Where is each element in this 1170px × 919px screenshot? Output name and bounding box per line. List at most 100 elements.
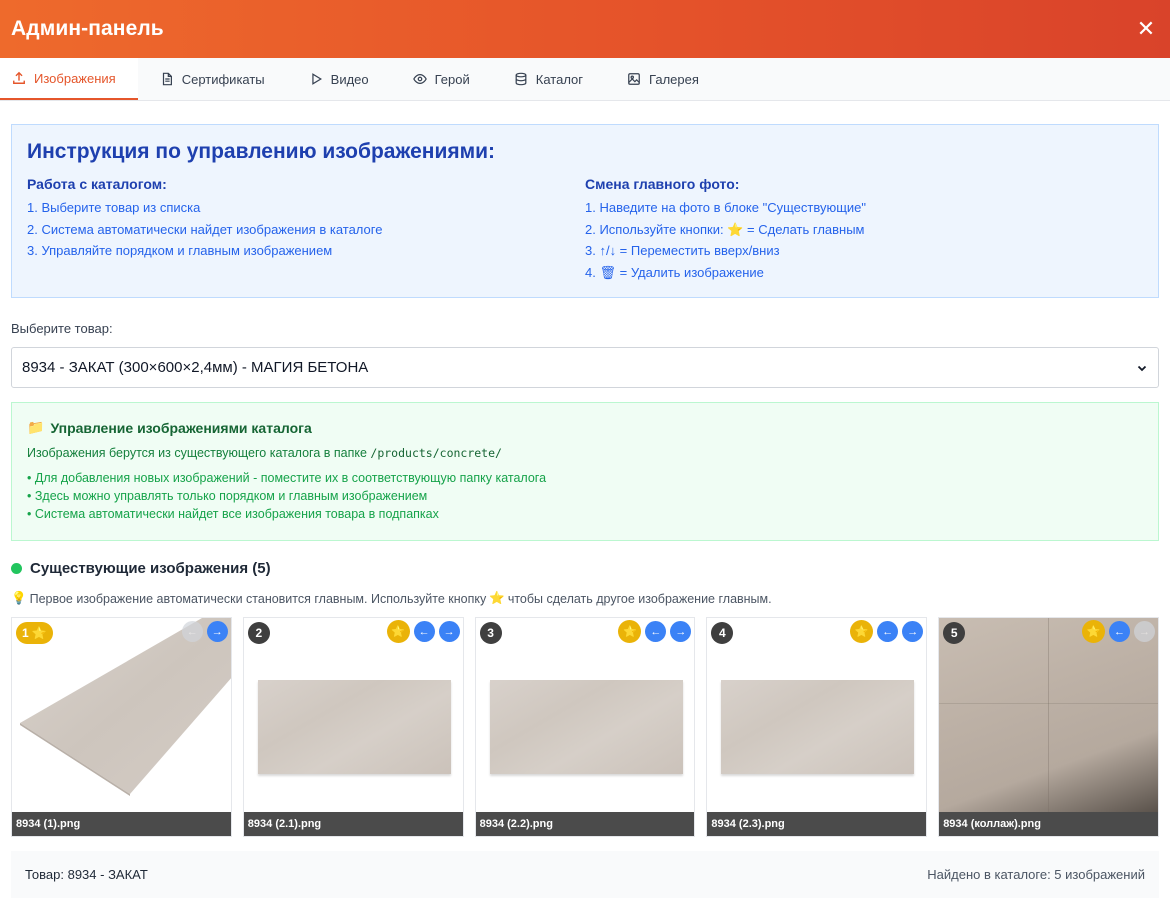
database-icon — [515, 72, 527, 86]
catalog-bullet: • Для добавления новых изображений - пом… — [27, 471, 547, 485]
star-icon: ⭐ — [727, 221, 744, 237]
image-actions: ⭐ ← → — [386, 620, 460, 643]
image-number-badge: 3 — [479, 622, 502, 644]
instruction-item: 2. Используйте кнопки: ⭐ = Сделать главн… — [585, 219, 1143, 241]
selected-product-label: Товар: 8934 - ЗАКАТ — [25, 867, 148, 882]
move-left-button[interactable]: ← — [645, 621, 667, 642]
star-icon: ⭐ — [1086, 626, 1101, 638]
make-main-button[interactable]: ⭐ — [618, 620, 642, 643]
catalog-path: /products/concrete/ — [370, 446, 502, 460]
star-icon: ⭐ — [489, 591, 505, 605]
move-right-button[interactable]: → — [1133, 621, 1155, 642]
eye-icon — [412, 74, 427, 84]
play-icon — [311, 73, 322, 85]
move-right-button[interactable]: → — [438, 621, 460, 642]
instructions-panel: Инструкция по управлению изображениями: … — [11, 124, 1159, 298]
document-icon — [162, 72, 172, 86]
move-right-button[interactable]: → — [902, 621, 924, 642]
product-select[interactable]: 8934 - ЗАКАТ (300×600×2,4мм) - МАГИЯ БЕТ… — [11, 347, 1159, 388]
catalog-management-panel: 📁 Управление изображениями каталога Изоб… — [11, 402, 1159, 541]
image-filename: 8934 (коллаж).png — [939, 812, 1158, 836]
desc-text: Изображения берутся из существующего кат… — [27, 446, 367, 460]
product-image — [939, 618, 1158, 812]
tab-label: Видео — [330, 71, 369, 87]
catalog-management-title: Управление изображениями каталога — [50, 419, 312, 436]
tab-label: Изображения — [34, 70, 116, 86]
tab-certificates[interactable]: Сертификаты — [138, 58, 287, 100]
instruction-item: 3. Управляйте порядком и главным изображ… — [27, 243, 333, 258]
make-main-button[interactable]: ⭐ — [850, 620, 874, 643]
image-number: 4 — [719, 626, 726, 640]
catalog-bullet: • Система автоматически найдет все изобр… — [27, 507, 439, 521]
hint-text: Первое изображение автоматически станови… — [29, 591, 487, 606]
tab-catalog[interactable]: Каталог — [492, 58, 605, 100]
instructions-main-photo: Смена главного фото: 1. Наведите на фото… — [585, 176, 1143, 283]
tab-label: Галерея — [649, 71, 699, 87]
tab-content: Инструкция по управлению изображениями: … — [0, 124, 1170, 898]
main-image-badge: 1 ⭐ — [16, 622, 53, 644]
tab-images[interactable]: Изображения — [0, 58, 138, 100]
image-card[interactable]: 5 ⭐ ← → 8934 (коллаж).png — [938, 617, 1159, 837]
instructions-heading: Работа с каталогом: — [27, 176, 167, 192]
star-icon: ⭐ — [391, 626, 405, 638]
image-icon — [628, 73, 640, 85]
existing-images-title: Существующие изображения (5) — [30, 560, 271, 577]
instruction-item: 1. Наведите на фото в блоке "Существующи… — [585, 200, 867, 215]
move-left-button[interactable]: ← — [1108, 621, 1130, 642]
instruction-text: = Сделать главным — [747, 221, 865, 237]
move-left-button[interactable]: ← — [181, 621, 203, 642]
tab-gallery[interactable]: Галерея — [605, 58, 721, 100]
tab-video[interactable]: Видео — [287, 58, 391, 100]
image-card[interactable]: 3 ⭐ ← → 8934 (2.2).png — [474, 617, 696, 837]
image-card[interactable]: 1 ⭐ ← → 8934 (1).png — [11, 617, 232, 837]
instruction-item: 3. ↑/↓ = Переместить вверх/вниз — [585, 243, 780, 258]
existing-images-hint: 💡 Первое изображение автоматически стано… — [11, 591, 1159, 606]
catalog-management-heading: 📁 Управление изображениями каталога — [27, 419, 1143, 436]
chevron-down-icon — [1137, 365, 1147, 371]
catalog-count-label: Найдено в каталоге: 5 изображений — [927, 867, 1145, 882]
upload-icon — [13, 71, 25, 84]
lightbulb-icon: 💡 — [11, 591, 27, 605]
image-filename: 8934 (2.3).png — [707, 812, 927, 836]
instruction-item: 2. Система автоматически найдет изображе… — [27, 221, 383, 237]
tab-hero[interactable]: Герой — [391, 58, 492, 100]
image-filename: 8934 (2.1).png — [243, 812, 463, 836]
modal-title: Админ-панель — [11, 17, 164, 40]
star-icon: ⭐ — [854, 626, 869, 638]
image-actions: ⭐ ← → — [850, 620, 924, 643]
tab-label: Каталог — [535, 71, 584, 87]
trash-icon: 🗑 — [599, 264, 616, 280]
instruction-item: 4. 🗑 = Удалить изображение — [585, 262, 1143, 284]
product-image — [12, 618, 231, 812]
move-right-button[interactable]: → — [670, 621, 692, 642]
image-filename: 8934 (1).png — [12, 812, 231, 836]
instructions-heading: Смена главного фото: — [585, 176, 740, 192]
product-select-label: Выберите товар: — [11, 321, 113, 336]
image-card[interactable]: 4 ⭐ ← → 8934 (2.3).png — [706, 617, 928, 837]
close-icon[interactable]: ✕ — [1133, 16, 1159, 42]
image-actions: ← → — [181, 621, 228, 642]
make-main-button[interactable]: ⭐ — [1081, 620, 1105, 643]
image-card[interactable]: 2 ⭐ ← → 8934 (2.1).png — [242, 617, 464, 837]
image-number: 1 — [22, 626, 29, 640]
catalog-management-desc: Изображения берутся из существующего кат… — [27, 446, 1143, 460]
image-filename: 8934 (2.2).png — [475, 812, 695, 836]
product-image — [476, 618, 695, 812]
status-dot-icon — [11, 563, 22, 574]
hint-text: чтобы сделать другое изображение главным… — [507, 591, 772, 606]
move-right-button[interactable]: → — [206, 621, 228, 642]
make-main-button[interactable]: ⭐ — [386, 620, 410, 643]
image-grid: 1 ⭐ ← → 8934 (1).png 2 ⭐ ← → 8934 (2.1).p… — [11, 617, 1159, 837]
star-icon: ⭐ — [623, 626, 637, 638]
existing-images-header: Существующие изображения (5) — [11, 560, 1159, 577]
modal-header: Админ-панель ✕ — [0, 0, 1170, 58]
folder-icon: 📁 — [27, 419, 45, 435]
move-left-button[interactable]: ← — [413, 621, 435, 642]
instruction-item: 1. Выберите товар из списка — [27, 200, 201, 215]
image-actions: ⭐ ← → — [618, 620, 692, 643]
image-actions: ⭐ ← → — [1081, 620, 1155, 643]
image-number-badge: 2 — [247, 622, 270, 644]
move-left-button[interactable]: ← — [877, 621, 899, 642]
image-number: 3 — [487, 626, 494, 640]
product-select-value: 8934 - ЗАКАТ (300×600×2,4мм) - МАГИЯ БЕТ… — [22, 359, 369, 376]
